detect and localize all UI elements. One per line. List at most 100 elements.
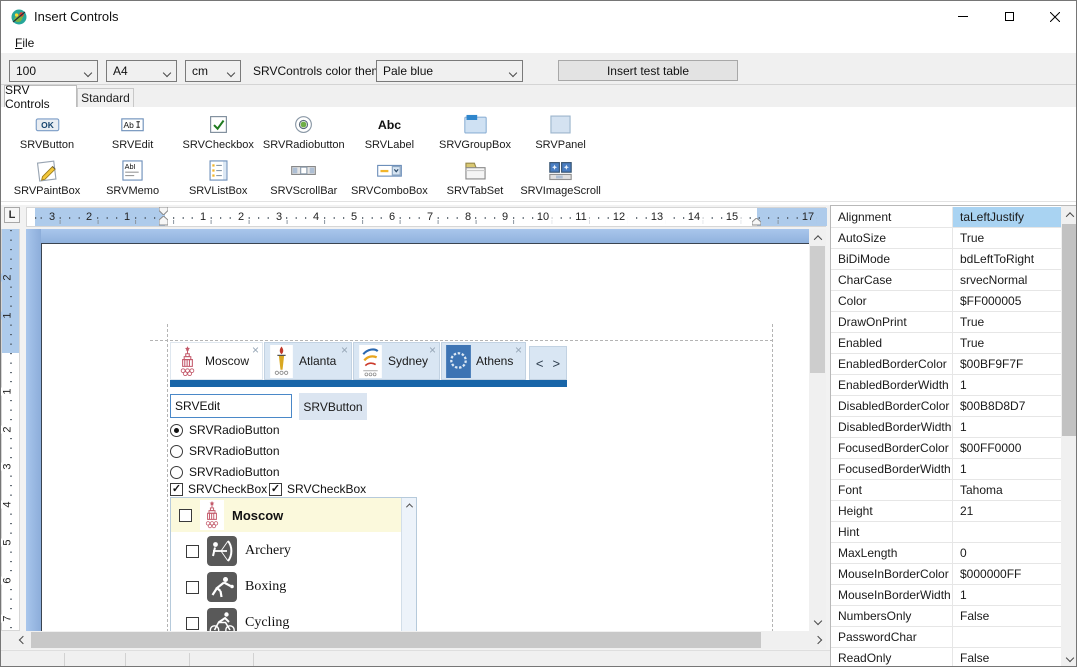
property-row-bidimode[interactable]: BiDiModebdLeftToRight bbox=[831, 249, 1061, 270]
horizontal-scrollbar-thumb[interactable] bbox=[31, 632, 761, 648]
property-value[interactable]: True bbox=[952, 312, 1061, 332]
right-indent-marker[interactable] bbox=[752, 218, 761, 226]
units-combobox[interactable]: cm bbox=[185, 60, 241, 82]
property-row-hint[interactable]: Hint bbox=[831, 522, 1061, 543]
property-value[interactable]: $000000FF bbox=[952, 564, 1061, 584]
palette-item-srvedit[interactable]: AbSRVEdit bbox=[90, 109, 176, 155]
vertical-scrollbar-thumb[interactable] bbox=[810, 246, 825, 373]
checkbox-icon[interactable] bbox=[186, 581, 199, 594]
srvedit-input[interactable] bbox=[170, 394, 292, 418]
palette-item-srvpanel[interactable]: SRVPanel bbox=[518, 109, 604, 155]
color-theme-combobox[interactable]: Pale blue bbox=[376, 60, 523, 82]
scroll-up-button[interactable] bbox=[1061, 206, 1077, 223]
property-value[interactable]: Tahoma bbox=[952, 480, 1061, 500]
tab-standard[interactable]: Standard bbox=[77, 88, 134, 107]
palette-item-srvscrollbar[interactable]: SRVScrollBar bbox=[261, 155, 347, 201]
property-value[interactable]: 0 bbox=[952, 543, 1061, 563]
insert-test-table-button[interactable]: Insert test table bbox=[558, 60, 738, 81]
checkbox-icon[interactable] bbox=[186, 545, 199, 558]
palette-item-srvradiobutton[interactable]: SRVRadiobutton bbox=[261, 109, 347, 155]
srvcheckbox-sample[interactable]: ✓SRVCheckBox bbox=[170, 481, 267, 497]
palette-item-srvbutton[interactable]: OKSRVButton bbox=[4, 109, 90, 155]
list-item-boxing[interactable]: Boxing bbox=[171, 569, 401, 605]
property-value[interactable] bbox=[952, 522, 1061, 542]
palette-item-srvgroupbox[interactable]: SRVGroupBox bbox=[432, 109, 518, 155]
property-value[interactable]: False bbox=[952, 648, 1061, 667]
property-row-disabledborderwidth[interactable]: DisabledBorderWidth1 bbox=[831, 417, 1061, 438]
property-value[interactable]: $FF000005 bbox=[952, 291, 1061, 311]
palette-item-srvlabel[interactable]: AbcSRVLabel bbox=[346, 109, 432, 155]
property-row-drawonprint[interactable]: DrawOnPrintTrue bbox=[831, 312, 1061, 333]
tab-close-icon[interactable]: × bbox=[429, 344, 436, 356]
property-row-charcase[interactable]: CharCasesrvecNormal bbox=[831, 270, 1061, 291]
listbox-header-row[interactable]: Moscow bbox=[171, 498, 401, 532]
property-value[interactable]: srvecNormal bbox=[952, 270, 1061, 290]
paper-size-combobox[interactable]: A4 bbox=[106, 60, 177, 82]
srvcheckbox-sample[interactable]: ✓SRVCheckBox bbox=[269, 481, 366, 497]
property-value[interactable] bbox=[952, 627, 1061, 647]
property-row-enabled[interactable]: EnabledTrue bbox=[831, 333, 1061, 354]
checkbox-icon[interactable] bbox=[186, 617, 199, 630]
property-row-focusedborderwidth[interactable]: FocusedBorderWidth1 bbox=[831, 459, 1061, 480]
close-button[interactable] bbox=[1032, 1, 1077, 32]
property-value[interactable]: bdLeftToRight bbox=[952, 249, 1061, 269]
property-value[interactable]: 1 bbox=[952, 585, 1061, 605]
olympic-tab-atlanta[interactable]: Atlanta× bbox=[264, 342, 352, 380]
scroll-right-button[interactable] bbox=[809, 631, 826, 649]
property-value[interactable]: $00FF0000 bbox=[952, 438, 1061, 458]
maximize-button[interactable] bbox=[986, 1, 1032, 32]
palette-item-srvtabset[interactable]: SRVTabSet bbox=[432, 155, 518, 201]
scroll-down-button[interactable] bbox=[809, 614, 826, 631]
palette-item-srvmemo[interactable]: AbISRVMemo bbox=[90, 155, 176, 201]
tab-srv-controls[interactable]: SRV Controls bbox=[4, 85, 77, 107]
olympic-tab-moscow[interactable]: Moscow× bbox=[170, 342, 263, 380]
property-value[interactable]: True bbox=[952, 333, 1061, 353]
property-row-passwordchar[interactable]: PasswordChar bbox=[831, 627, 1061, 648]
olympic-tab-athens[interactable]: Athens× bbox=[441, 342, 526, 380]
srvradiobutton-sample[interactable]: SRVRadioButton bbox=[170, 422, 280, 438]
zoom-combobox[interactable]: 100 bbox=[9, 60, 98, 82]
minimize-button[interactable] bbox=[940, 1, 986, 32]
property-grid-scrollbar[interactable] bbox=[1061, 206, 1077, 667]
listbox-scrollbar[interactable] bbox=[401, 498, 416, 631]
property-row-maxlength[interactable]: MaxLength0 bbox=[831, 543, 1061, 564]
tab-close-icon[interactable]: × bbox=[341, 344, 348, 356]
property-row-mouseinbordercolor[interactable]: MouseInBorderColor$000000FF bbox=[831, 564, 1061, 585]
property-value[interactable]: $00BF9F7F bbox=[952, 354, 1061, 374]
list-item-cycling[interactable]: Cycling bbox=[171, 605, 401, 631]
property-row-readonly[interactable]: ReadOnlyFalse bbox=[831, 648, 1061, 667]
left-indent-marker[interactable] bbox=[159, 216, 168, 226]
tab-stop-selector[interactable]: L bbox=[4, 207, 20, 223]
property-value[interactable]: True bbox=[952, 228, 1061, 248]
property-value[interactable]: 1 bbox=[952, 417, 1061, 437]
list-item-archery[interactable]: Archery bbox=[171, 533, 401, 569]
document-horizontal-scrollbar[interactable] bbox=[14, 631, 826, 649]
property-row-font[interactable]: FontTahoma bbox=[831, 480, 1061, 501]
property-value[interactable]: False bbox=[952, 606, 1061, 626]
srvradiobutton-sample[interactable]: SRVRadioButton bbox=[170, 443, 280, 459]
property-row-numbersonly[interactable]: NumbersOnlyFalse bbox=[831, 606, 1061, 627]
property-row-enabledborderwidth[interactable]: EnabledBorderWidth1 bbox=[831, 375, 1061, 396]
olympic-tab-sydney[interactable]: Sydney× bbox=[353, 342, 440, 380]
property-value[interactable]: 1 bbox=[952, 375, 1061, 395]
property-row-autosize[interactable]: AutoSizeTrue bbox=[831, 228, 1061, 249]
srvradiobutton-sample[interactable]: SRVRadioButton bbox=[170, 464, 280, 480]
menu-item-file[interactable]: File bbox=[9, 34, 40, 52]
scroll-left-button[interactable] bbox=[14, 631, 31, 649]
property-value[interactable]: 21 bbox=[952, 501, 1061, 521]
scroll-down-button[interactable] bbox=[1061, 651, 1077, 667]
srvbutton-sample[interactable]: SRVButton bbox=[299, 393, 367, 420]
property-row-enabledbordercolor[interactable]: EnabledBorderColor$00BF9F7F bbox=[831, 354, 1061, 375]
palette-item-srvimagescroll[interactable]: SRVImageScroll bbox=[518, 155, 604, 201]
palette-item-srvpaintbox[interactable]: SRVPaintBox bbox=[4, 155, 90, 201]
property-row-disabledbordercolor[interactable]: DisabledBorderColor$00B8D8D7 bbox=[831, 396, 1061, 417]
palette-item-srvlistbox[interactable]: SRVListBox bbox=[175, 155, 261, 201]
tab-nav-next-icon[interactable]: > bbox=[553, 356, 561, 371]
property-value[interactable]: 1 bbox=[952, 459, 1061, 479]
palette-item-srvcombobox[interactable]: SRVComboBox bbox=[346, 155, 432, 201]
property-row-mouseinborderwidth[interactable]: MouseInBorderWidth1 bbox=[831, 585, 1061, 606]
property-scrollbar-thumb[interactable] bbox=[1062, 224, 1077, 436]
tab-close-icon[interactable]: × bbox=[515, 344, 522, 356]
listbox-header-checkbox[interactable] bbox=[179, 509, 192, 522]
scroll-up-button[interactable] bbox=[809, 229, 826, 246]
